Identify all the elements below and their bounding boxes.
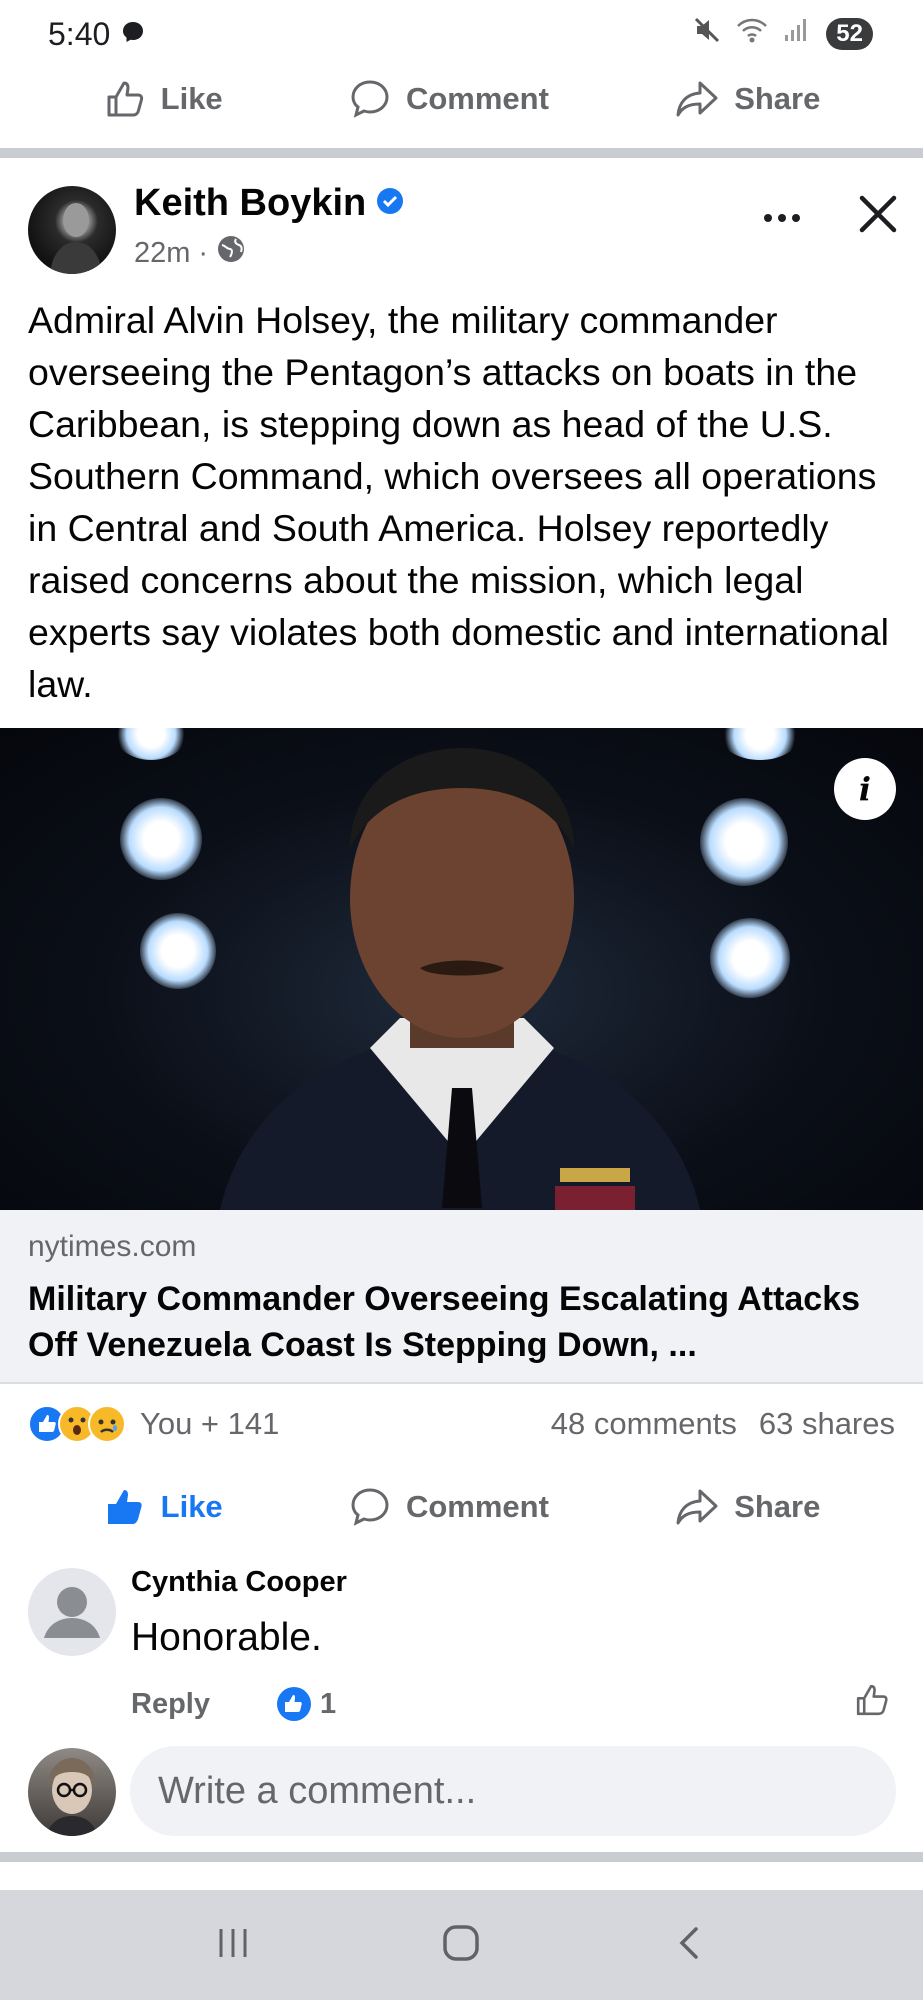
like-label: Like	[160, 1489, 223, 1524]
comment-button[interactable]: Comment	[336, 71, 561, 127]
status-right: 52	[692, 15, 873, 53]
share-icon	[676, 81, 718, 117]
comment-input[interactable]	[130, 1746, 896, 1836]
comment-like-button[interactable]	[853, 1681, 891, 1727]
info-icon: i	[858, 770, 872, 808]
previous-post-action-bar: Like Comment Share	[0, 64, 923, 134]
link-title: Military Commander Overseeing Escalating…	[28, 1280, 861, 1364]
commenter-name[interactable]: Cynthia Cooper	[131, 1566, 347, 1599]
system-nav-bar	[0, 1890, 923, 2000]
like-button[interactable]: Like	[91, 71, 235, 127]
dot	[778, 214, 786, 222]
share-button[interactable]: Share	[662, 1479, 832, 1535]
default-user-icon	[44, 1587, 100, 1638]
feed-divider	[0, 148, 923, 158]
more-options-button[interactable]	[752, 198, 812, 238]
comments-count[interactable]: 48 comments	[551, 1406, 737, 1442]
comment-icon	[351, 1488, 389, 1526]
comment-button[interactable]: Comment	[336, 1479, 561, 1535]
author-avatar[interactable]	[28, 186, 116, 274]
current-user-avatar	[28, 1748, 116, 1836]
reactions-right: 48 comments 63 shares	[551, 1406, 895, 1442]
verified-badge-icon	[376, 182, 404, 225]
status-bar: 5:40 52	[0, 0, 923, 68]
like-button[interactable]: Like	[91, 1479, 235, 1535]
portrait-figure	[220, 748, 700, 1210]
comment-reaction-summary[interactable]: 1	[276, 1686, 336, 1722]
comment-icon	[351, 80, 389, 118]
globe-icon	[216, 234, 246, 272]
comment-text: Honorable.	[131, 1616, 322, 1659]
back-icon[interactable]	[670, 1923, 710, 1968]
thumbs-up-filled-icon	[107, 1490, 142, 1524]
status-left: 5:40	[48, 16, 146, 53]
link-preview[interactable]: nytimes.com Military Commander Overseein…	[0, 1210, 923, 1384]
post-time[interactable]: 22m	[134, 237, 190, 270]
wifi-icon	[736, 15, 768, 53]
mute-icon	[692, 15, 722, 53]
author-name[interactable]: Keith Boykin	[134, 182, 404, 225]
commenter-avatar[interactable]	[28, 1568, 116, 1656]
thumbs-up-icon	[856, 1684, 888, 1716]
meta-separator: ·	[198, 236, 209, 269]
reaction-icons	[28, 1405, 126, 1443]
post-text: Admiral Alvin Holsey, the military comma…	[28, 299, 889, 705]
close-icon	[859, 195, 897, 233]
like-reaction-icon	[276, 1687, 311, 1721]
post-image[interactable]	[0, 728, 923, 1210]
comment-actions: Reply 1	[131, 1682, 891, 1726]
recent-apps-icon[interactable]	[213, 1923, 253, 1968]
post-action-bar: Like Comment Share	[0, 1472, 923, 1542]
comment-label: Comment	[405, 1489, 549, 1524]
status-time: 5:40	[48, 15, 111, 52]
link-domain: nytimes.com	[28, 1230, 197, 1263]
next-post-peek	[0, 1866, 923, 1890]
reactions-left[interactable]: You + 141	[28, 1405, 279, 1443]
messenger-bubble-icon	[120, 16, 146, 53]
share-button[interactable]: Share	[662, 71, 832, 127]
battery-indicator: 52	[826, 18, 873, 50]
share-label: Share	[734, 1489, 821, 1524]
home-icon[interactable]	[439, 1921, 483, 1970]
reactions-summary: You + 141 48 comments 63 shares	[0, 1394, 923, 1454]
signal-icon	[782, 15, 812, 53]
comment-like-count: 1	[319, 1687, 337, 1720]
comment-label: Comment	[405, 81, 549, 116]
sad-reaction-icon	[88, 1405, 126, 1443]
post-meta: 22m ·	[134, 234, 246, 272]
reactions-count: You + 141	[140, 1406, 280, 1441]
share-icon	[676, 1489, 718, 1525]
dot	[792, 214, 800, 222]
like-label: Like	[160, 81, 223, 116]
share-label: Share	[734, 81, 821, 116]
post-header: Keith Boykin 22m ·	[0, 168, 923, 288]
thumbs-up-icon	[107, 81, 143, 117]
reply-button[interactable]: Reply	[131, 1688, 210, 1721]
close-button[interactable]	[854, 190, 902, 238]
author-name-text: Keith Boykin	[134, 182, 367, 224]
shares-count[interactable]: 63 shares	[759, 1406, 895, 1442]
dot	[764, 214, 772, 222]
image-info-button[interactable]: i	[834, 758, 896, 820]
feed-divider	[0, 1852, 923, 1862]
